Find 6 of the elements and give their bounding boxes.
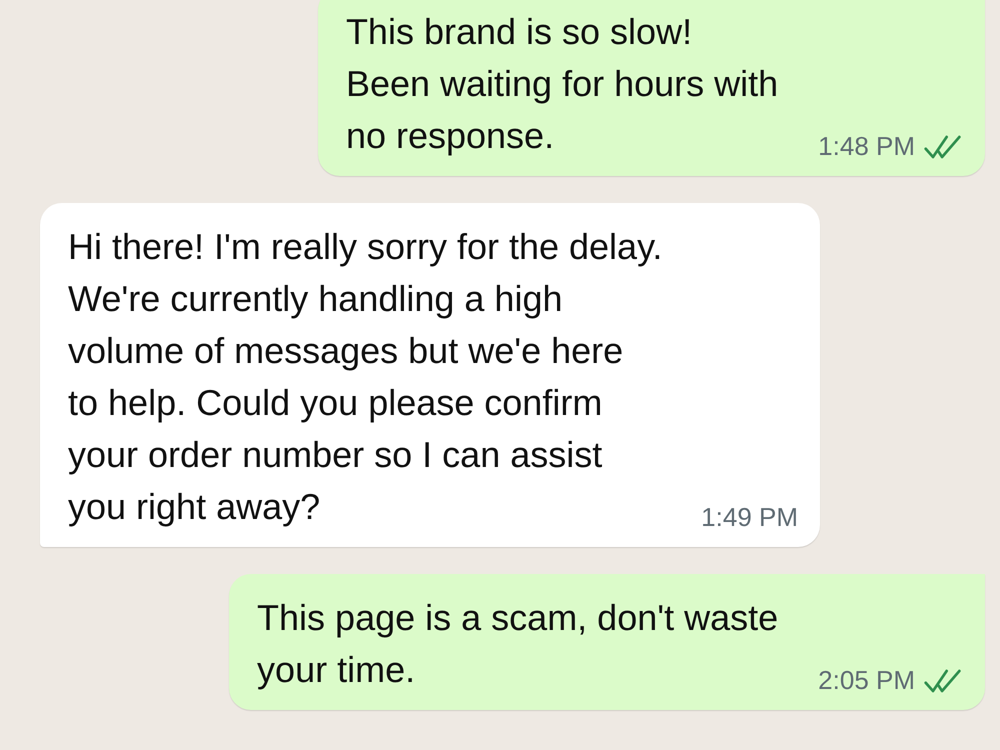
message-time: 1:48 PM bbox=[818, 131, 915, 162]
message-time: 1:49 PM bbox=[701, 502, 798, 533]
message-text: This brand is so slow! Been waiting for hours with no response. bbox=[346, 10, 778, 158]
message-text: Hi there! I'm really sorry for the delay. We're currently handling a high volume of messages but we'e here to help. Could you please confirm your order number so I can assist you right away? bbox=[68, 225, 662, 529]
message-text: This page is a scam, don't waste your time. bbox=[257, 596, 778, 692]
message-time: 2:05 PM bbox=[818, 665, 915, 696]
